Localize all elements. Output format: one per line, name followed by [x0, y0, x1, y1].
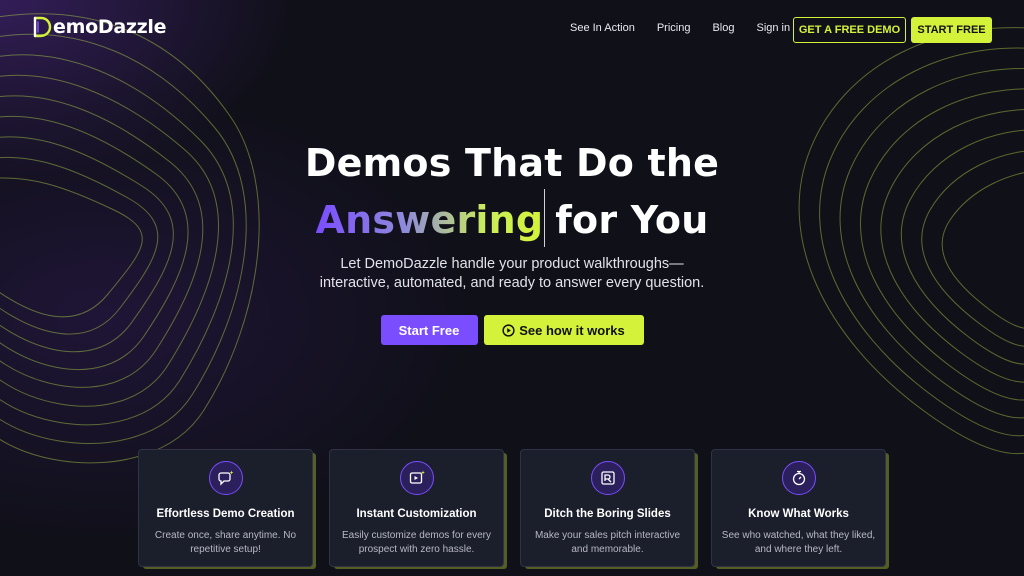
start-free-nav-button[interactable]: START FREE — [911, 17, 992, 43]
play-circle-icon — [502, 323, 515, 337]
nav-link-see-in-action[interactable]: See In Action — [570, 22, 635, 34]
feature-description: Create once, share anytime. No repetitiv… — [154, 530, 297, 555]
hero-section: Demos That Do the Answering for You Let D… — [0, 138, 1024, 293]
hero-heading-line-1: Demos That Do the — [304, 141, 720, 185]
feature-title: Ditch the Boring Slides — [544, 508, 671, 520]
feature-cards: Effortless Demo Creation Create once, sh… — [138, 449, 886, 567]
feature-card-ditch-the-boring-slides: Ditch the Boring Slides Make your sales … — [520, 449, 695, 567]
logo-text-dazzle: Dazzle — [97, 16, 167, 38]
see-how-it-works-label: See how it works — [519, 322, 625, 338]
slides-icon — [590, 461, 625, 495]
hero-cta-group: Start Free See how it works — [0, 315, 1024, 345]
logo-text-demo: emo — [53, 16, 98, 38]
stopwatch-icon — [781, 461, 816, 495]
nav-link-sign-in[interactable]: Sign in — [756, 22, 790, 34]
feature-title: Instant Customization — [356, 508, 477, 520]
start-free-button[interactable]: Start Free — [380, 315, 478, 345]
nav-link-pricing[interactable]: Pricing — [657, 22, 691, 34]
logo-d-icon — [33, 16, 52, 38]
feature-description: See who watched, what they liked, and wh… — [721, 530, 876, 555]
hero-subtitle: Let DemoDazzle handle your product walkt… — [0, 255, 1024, 293]
video-sparkle-icon — [399, 461, 434, 495]
sparkle-chat-icon — [208, 461, 243, 495]
feature-description: Easily customize demos for every prospec… — [342, 530, 491, 555]
feature-card-instant-customization: Instant Customization Easily customize d… — [329, 449, 504, 567]
feature-title: Effortless Demo Creation — [156, 508, 295, 520]
hero-subtitle-line-1: Let DemoDazzle handle your product walkt… — [340, 256, 684, 272]
see-how-it-works-button[interactable]: See how it works — [483, 315, 644, 345]
hero-heading-line-2: Answering for You — [0, 189, 1024, 247]
nav-link-blog[interactable]: Blog — [712, 22, 734, 34]
brand-logo[interactable]: emo Dazzle — [32, 15, 166, 39]
hero-highlight-word: Answering — [315, 198, 544, 242]
typing-cursor — [544, 189, 546, 247]
hero-heading: Demos That Do the Answering for You — [0, 138, 1024, 247]
feature-card-know-what-works: Know What Works See who watched, what th… — [711, 449, 886, 567]
feature-card-effortless-demo-creation: Effortless Demo Creation Create once, sh… — [138, 449, 313, 567]
feature-title: Know What Works — [748, 508, 849, 520]
get-free-demo-button[interactable]: GET A FREE DEMO — [793, 17, 906, 43]
feature-description: Make your sales pitch interactive and me… — [534, 530, 681, 555]
top-navigation: emo Dazzle See In Action Pricing Blog Sig… — [0, 0, 1024, 60]
nav-links: See In Action Pricing Blog Sign in — [570, 22, 812, 34]
hero-heading-line-2-rest: for You — [555, 198, 709, 242]
hero-subtitle-line-2: interactive, automated, and ready to ans… — [319, 275, 705, 291]
